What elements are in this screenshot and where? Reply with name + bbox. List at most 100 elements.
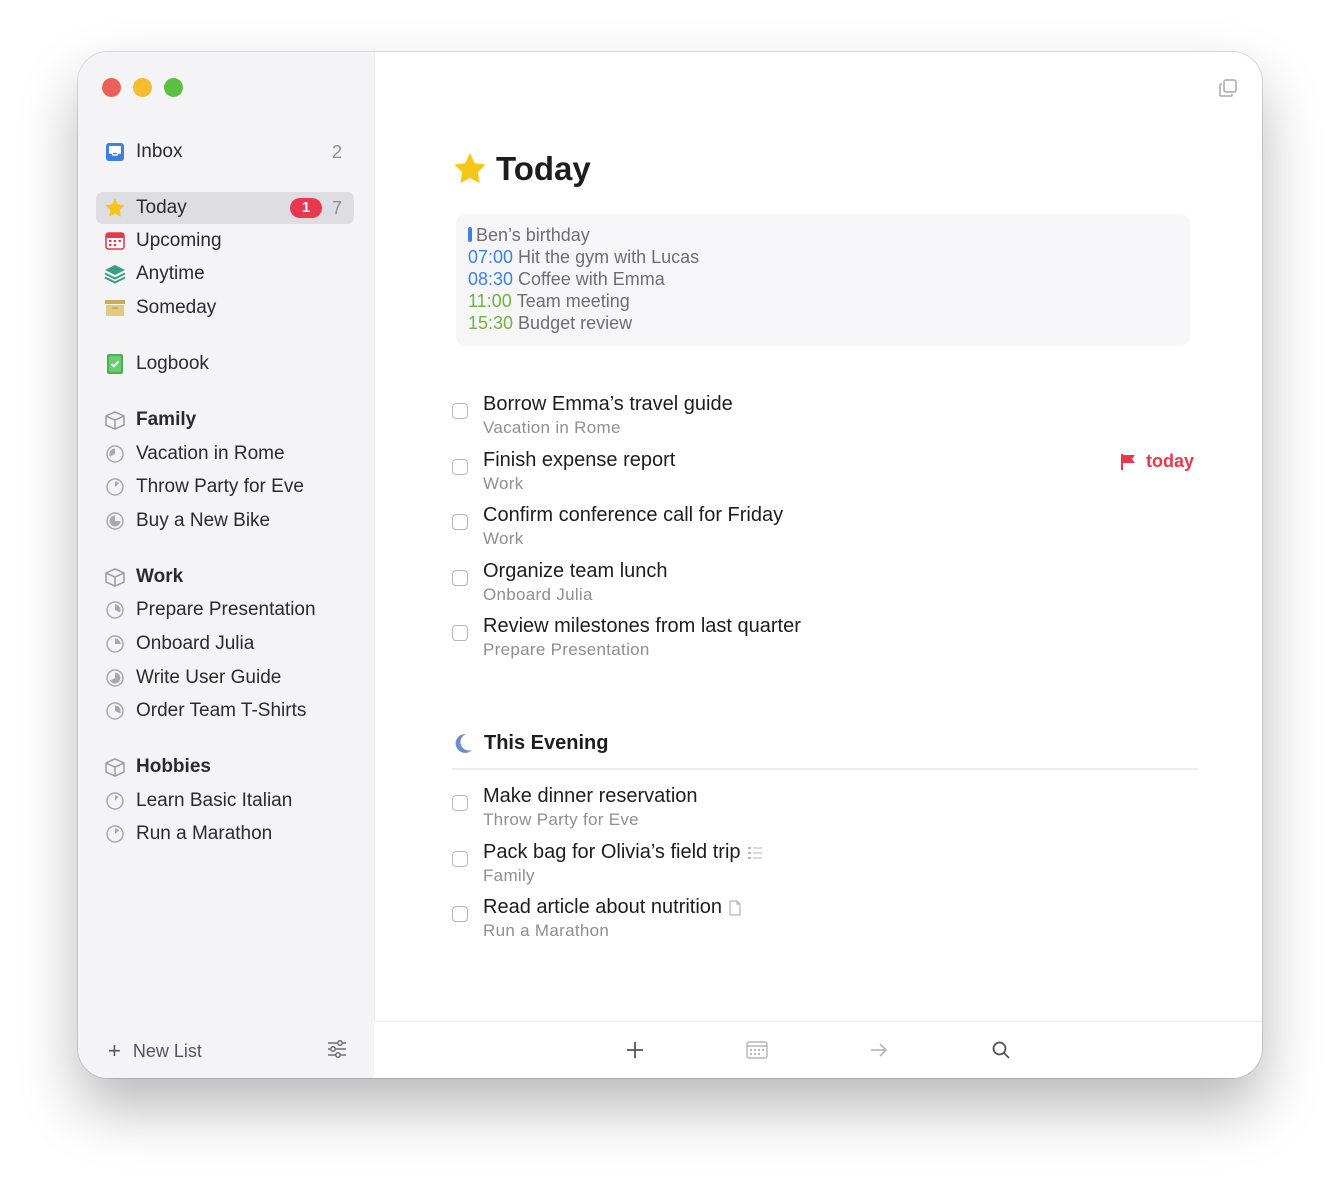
filter-settings-icon[interactable] — [326, 1038, 348, 1065]
sidebar-item-label: Learn Basic Italian — [136, 790, 293, 811]
calendar-allday-event[interactable]: Ben’s birthday — [468, 224, 1178, 246]
sidebar-item-label: Prepare Presentation — [136, 599, 316, 620]
sidebar-item-upcoming[interactable]: Upcoming — [96, 225, 354, 257]
project-progress-icon — [104, 633, 126, 655]
event-time: 08:30 — [468, 269, 514, 289]
sidebar-item-label: Today — [136, 197, 187, 218]
overdue-badge: 1 — [289, 198, 322, 218]
sidebar-item-inbox[interactable]: Inbox 2 — [96, 136, 354, 168]
task-title-wrap: Pack bag for Olivia’s field trip — [483, 841, 763, 864]
sidebar-footer: + New List — [108, 1036, 348, 1066]
task-checkbox[interactable] — [452, 570, 468, 586]
close-window-button[interactable] — [102, 78, 121, 97]
project-progress-icon — [104, 510, 126, 532]
new-window-icon[interactable] — [1218, 78, 1240, 100]
move-button[interactable] — [866, 1037, 892, 1063]
section-title: This Evening — [484, 732, 609, 754]
sidebar-project-buy-a-new-bike[interactable]: Buy a New Bike — [96, 505, 354, 537]
task-row[interactable]: Pack bag for Olivia’s field trip Family — [452, 841, 1198, 891]
sidebar-item-label: Onboard Julia — [136, 633, 255, 654]
sidebar-project-onboard-julia[interactable]: Onboard Julia — [96, 628, 354, 660]
main-content: Today Ben’s birthday 07:00 Hit the gym wi… — [374, 52, 1262, 1078]
task-checkbox[interactable] — [452, 625, 468, 641]
sidebar-item-label: Logbook — [136, 353, 209, 374]
sidebar-item-label: Buy a New Bike — [136, 510, 271, 531]
calendar-event[interactable]: 15:30 Budget review — [468, 312, 1178, 334]
sidebar-project-order-team-t-shirts[interactable]: Order Team T-Shirts — [96, 695, 354, 727]
sidebar-project-vacation-in-rome[interactable]: Vacation in Rome — [96, 438, 354, 470]
task-row[interactable]: Review milestones from last quarter Prep… — [452, 615, 1198, 665]
inbox-count: 2 — [331, 141, 342, 162]
add-task-button[interactable] — [622, 1037, 648, 1063]
project-progress-icon — [104, 823, 126, 845]
task-title: Pack bag for Olivia’s field trip — [483, 841, 741, 863]
deadline-badge: today — [1120, 451, 1194, 472]
sidebar-item-label: Someday — [136, 297, 217, 318]
task-checkbox[interactable] — [452, 795, 468, 811]
task-row[interactable]: Finish expense report Work today — [452, 449, 1198, 499]
task-checkbox[interactable] — [452, 514, 468, 530]
calendar-event[interactable]: 08:30 Coffee with Emma — [468, 268, 1178, 290]
sidebar-item-logbook[interactable]: Logbook — [96, 348, 354, 380]
sidebar-area-family[interactable]: Family — [96, 404, 354, 436]
calendar-event[interactable]: 07:00 Hit the gym with Lucas — [468, 246, 1178, 268]
sidebar-project-learn-basic-italian[interactable]: Learn Basic Italian — [96, 785, 354, 817]
zoom-window-button[interactable] — [164, 78, 183, 97]
sidebar-project-prepare-presentation[interactable]: Prepare Presentation — [96, 594, 354, 626]
sidebar-project-write-user-guide[interactable]: Write User Guide — [96, 662, 354, 694]
sidebar-item-anytime[interactable]: Anytime — [96, 258, 354, 290]
search-icon — [992, 1041, 1010, 1059]
calendar-event[interactable]: 11:00 Team meeting — [468, 290, 1178, 312]
app-window: Inbox 2 Today 1 7 Upcoming Anytime Somed… — [78, 52, 1262, 1078]
event-time: 11:00 — [468, 291, 512, 311]
search-button[interactable] — [988, 1037, 1014, 1063]
sidebar-item-label: Family — [136, 409, 197, 430]
checklist-icon — [747, 845, 763, 861]
task-title: Organize team lunch — [483, 560, 668, 582]
task-row[interactable]: Borrow Emma’s travel guide Vacation in R… — [452, 393, 1198, 443]
task-project: Onboard Julia — [483, 585, 593, 604]
plus-icon[interactable]: + — [108, 1038, 121, 1064]
project-progress-icon — [104, 700, 126, 722]
task-checkbox[interactable] — [452, 403, 468, 419]
sidebar-item-label: Anytime — [136, 263, 205, 284]
task-project: Run a Marathon — [483, 921, 610, 940]
note-icon — [728, 899, 742, 916]
calendar-icon — [104, 230, 126, 252]
task-row[interactable]: Confirm conference call for Friday Work — [452, 504, 1198, 554]
task-checkbox[interactable] — [452, 851, 468, 867]
evening-section-header: This Evening — [452, 732, 1198, 770]
task-project: Family — [483, 866, 535, 885]
sidebar-project-throw-party-for-eve[interactable]: Throw Party for Eve — [96, 471, 354, 503]
sidebar-area-hobbies[interactable]: Hobbies — [96, 751, 354, 783]
star-icon — [104, 197, 126, 219]
minimize-window-button[interactable] — [133, 78, 152, 97]
sidebar-item-label: Throw Party for Eve — [136, 476, 304, 497]
moon-icon — [452, 732, 474, 754]
event-time: 07:00 — [468, 247, 514, 267]
project-progress-icon — [104, 667, 126, 689]
task-title: Finish expense report — [483, 449, 676, 471]
task-row[interactable]: Read article about nutrition Run a Marat… — [452, 896, 1198, 946]
sidebar-item-someday[interactable]: Someday — [96, 292, 354, 324]
task-project: Work — [483, 474, 524, 493]
task-checkbox[interactable] — [452, 459, 468, 475]
logbook-icon — [104, 353, 126, 375]
sidebar-item-label: Work — [136, 566, 184, 587]
task-project: Work — [483, 529, 524, 548]
task-checkbox[interactable] — [452, 906, 468, 922]
task-title-wrap: Read article about nutrition — [483, 896, 742, 919]
allday-indicator — [468, 227, 472, 242]
sidebar-item-label: Run a Marathon — [136, 823, 273, 844]
task-row[interactable]: Make dinner reservation Throw Party for … — [452, 785, 1198, 835]
new-list-button[interactable]: New List — [133, 1041, 326, 1062]
event-time: 15:30 — [468, 313, 514, 333]
task-project: Throw Party for Eve — [483, 810, 639, 829]
sidebar-project-run-a-marathon[interactable]: Run a Marathon — [96, 818, 354, 850]
task-project: Vacation in Rome — [483, 418, 621, 437]
task-row[interactable]: Organize team lunch Onboard Julia — [452, 560, 1198, 610]
sidebar-area-work[interactable]: Work — [96, 561, 354, 593]
inbox-icon — [104, 141, 126, 163]
sidebar-item-today[interactable]: Today 1 7 — [96, 192, 354, 224]
schedule-button[interactable] — [744, 1037, 770, 1063]
